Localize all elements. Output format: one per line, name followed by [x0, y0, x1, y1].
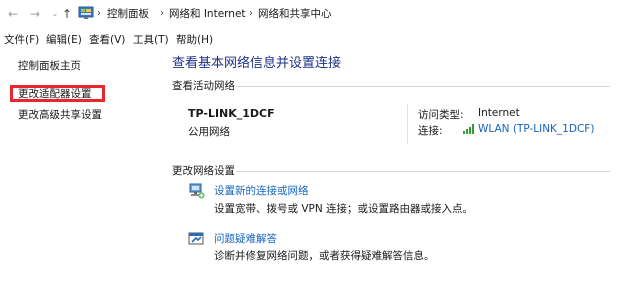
breadcrumb-network-internet[interactable]: 网络和 Internet — [169, 7, 246, 21]
section-divider — [236, 171, 610, 172]
network-type-link[interactable]: 公用网络 — [188, 124, 230, 139]
breadcrumb-control-panel[interactable]: 控制面板 — [107, 7, 149, 21]
menu-help[interactable]: 帮助(H) — [176, 33, 213, 47]
page-title: 查看基本网络信息并设置连接 — [172, 56, 342, 71]
control-panel-icon — [78, 6, 94, 19]
troubleshoot-link[interactable]: 问题疑难解答 — [214, 231, 277, 246]
chevron-down-icon: ⌄ — [51, 9, 59, 18]
setup-new-connection-link[interactable]: 设置新的连接或网络 — [214, 183, 309, 198]
menu-tools[interactable]: 工具(T) — [133, 33, 169, 47]
back-button[interactable]: ← — [6, 7, 20, 21]
connection-label: 连接: — [418, 125, 443, 137]
menu-file[interactable]: 文件(F) — [4, 33, 39, 47]
section-title-change-settings: 更改网络设置 — [172, 165, 235, 177]
divider — [407, 104, 408, 144]
troubleshoot-desc: 诊断并修复网络问题，或者获得疑难解答信息。 — [214, 250, 435, 262]
menu-edit[interactable]: 编辑(E) — [46, 33, 82, 47]
network-name: TP-LINK_1DCF — [188, 107, 275, 120]
access-type-label: 访问类型: — [418, 109, 464, 121]
arrow-up-icon: ↑ — [61, 7, 73, 21]
breadcrumb-separator: › — [249, 8, 253, 19]
wlan-connection-link[interactable]: WLAN (TP-LINK_1DCF) — [478, 123, 594, 135]
setup-new-connection-desc: 设置宽带、拨号或 VPN 连接；或设置路由器或接入点。 — [214, 203, 474, 215]
arrow-left-icon: ← — [7, 7, 19, 21]
section-title-active-networks: 查看活动网络 — [172, 80, 235, 92]
breadcrumb-separator: › — [160, 8, 164, 19]
wifi-signal-icon — [463, 124, 474, 134]
sidebar-item-change-adapter-settings[interactable]: 更改适配器设置 — [18, 87, 92, 101]
troubleshoot-icon — [188, 232, 204, 245]
up-button[interactable]: ↑ — [60, 7, 74, 21]
network-setup-icon — [189, 183, 205, 199]
sidebar-item-control-panel-home[interactable]: 控制面板主页 — [18, 59, 81, 73]
access-type-value: Internet — [478, 107, 520, 119]
section-divider — [236, 86, 610, 87]
breadcrumb-separator: › — [97, 8, 101, 19]
forward-button[interactable]: → — [28, 7, 42, 21]
menu-view[interactable]: 查看(V) — [89, 33, 125, 47]
sidebar-item-advanced-sharing-settings[interactable]: 更改高级共享设置 — [18, 108, 102, 122]
breadcrumb-network-sharing-center[interactable]: 网络和共享中心 — [258, 7, 332, 21]
arrow-right-icon: → — [29, 7, 41, 21]
